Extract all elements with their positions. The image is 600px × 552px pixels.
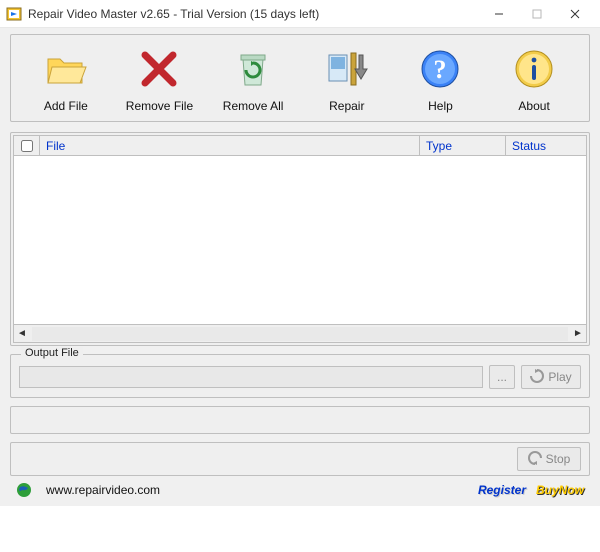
file-list-panel: File Type Status ◄ ► <box>10 132 590 346</box>
globe-icon <box>16 482 32 498</box>
column-header-type[interactable]: Type <box>420 136 506 155</box>
remove-file-label: Remove File <box>126 99 193 113</box>
column-header-file[interactable]: File <box>40 136 420 155</box>
app-icon <box>6 6 22 22</box>
browse-button[interactable]: ... <box>489 365 515 389</box>
play-label: Play <box>548 370 571 384</box>
progress-panel-2: Stop <box>10 442 590 476</box>
help-icon: ? <box>416 45 464 93</box>
footer-bar: www.repairvideo.com Register BuyNow <box>10 476 590 500</box>
output-file-input[interactable] <box>19 366 483 388</box>
progress-box-2 <box>19 449 511 469</box>
select-all-checkbox-cell[interactable] <box>14 136 40 155</box>
output-group-label: Output File <box>21 347 83 359</box>
svg-text:?: ? <box>434 55 447 84</box>
delete-x-icon <box>135 45 183 93</box>
buynow-link[interactable]: BuyNow <box>536 483 584 497</box>
file-list-body[interactable] <box>13 155 587 325</box>
repair-tools-icon <box>323 45 371 93</box>
progress-box-1 <box>19 410 581 430</box>
register-link[interactable]: Register <box>478 483 526 497</box>
repair-button[interactable]: Repair <box>302 45 392 113</box>
repair-label: Repair <box>329 99 364 113</box>
minimize-button[interactable] <box>480 1 518 27</box>
info-icon <box>510 45 558 93</box>
scrollbar-track[interactable] <box>32 327 568 341</box>
help-button[interactable]: ? Help <box>395 45 485 113</box>
stop-button[interactable]: Stop <box>517 447 581 471</box>
play-refresh-icon <box>530 369 544 386</box>
help-label: Help <box>428 99 453 113</box>
stop-icon <box>528 451 542 468</box>
main-toolbar: Add File Remove File Remove All <box>10 34 590 122</box>
column-header-status[interactable]: Status <box>506 136 586 155</box>
file-list-header: File Type Status <box>13 135 587 155</box>
stop-label: Stop <box>546 452 571 466</box>
about-button[interactable]: About <box>489 45 579 113</box>
window-title: Repair Video Master v2.65 - Trial Versio… <box>28 7 480 21</box>
add-file-button[interactable]: Add File <box>21 45 111 113</box>
browse-label: ... <box>497 370 507 384</box>
content-area: Add File Remove File Remove All <box>0 28 600 506</box>
horizontal-scrollbar[interactable]: ◄ ► <box>13 325 587 343</box>
select-all-checkbox[interactable] <box>21 140 33 152</box>
remove-all-button[interactable]: Remove All <box>208 45 298 113</box>
titlebar: Repair Video Master v2.65 - Trial Versio… <box>0 0 600 28</box>
folder-open-icon <box>42 45 90 93</box>
scroll-right-icon[interactable]: ► <box>570 326 586 342</box>
remove-all-label: Remove All <box>223 99 284 113</box>
close-button[interactable] <box>556 1 594 27</box>
maximize-button[interactable] <box>518 1 556 27</box>
remove-file-button[interactable]: Remove File <box>114 45 204 113</box>
add-file-label: Add File <box>44 99 88 113</box>
trash-refresh-icon <box>229 45 277 93</box>
progress-panel-1 <box>10 406 590 434</box>
about-label: About <box>518 99 549 113</box>
play-button[interactable]: Play <box>521 365 581 389</box>
output-file-group: Output File ... Play <box>10 354 590 398</box>
scroll-left-icon[interactable]: ◄ <box>14 326 30 342</box>
website-link[interactable]: www.repairvideo.com <box>42 483 468 497</box>
